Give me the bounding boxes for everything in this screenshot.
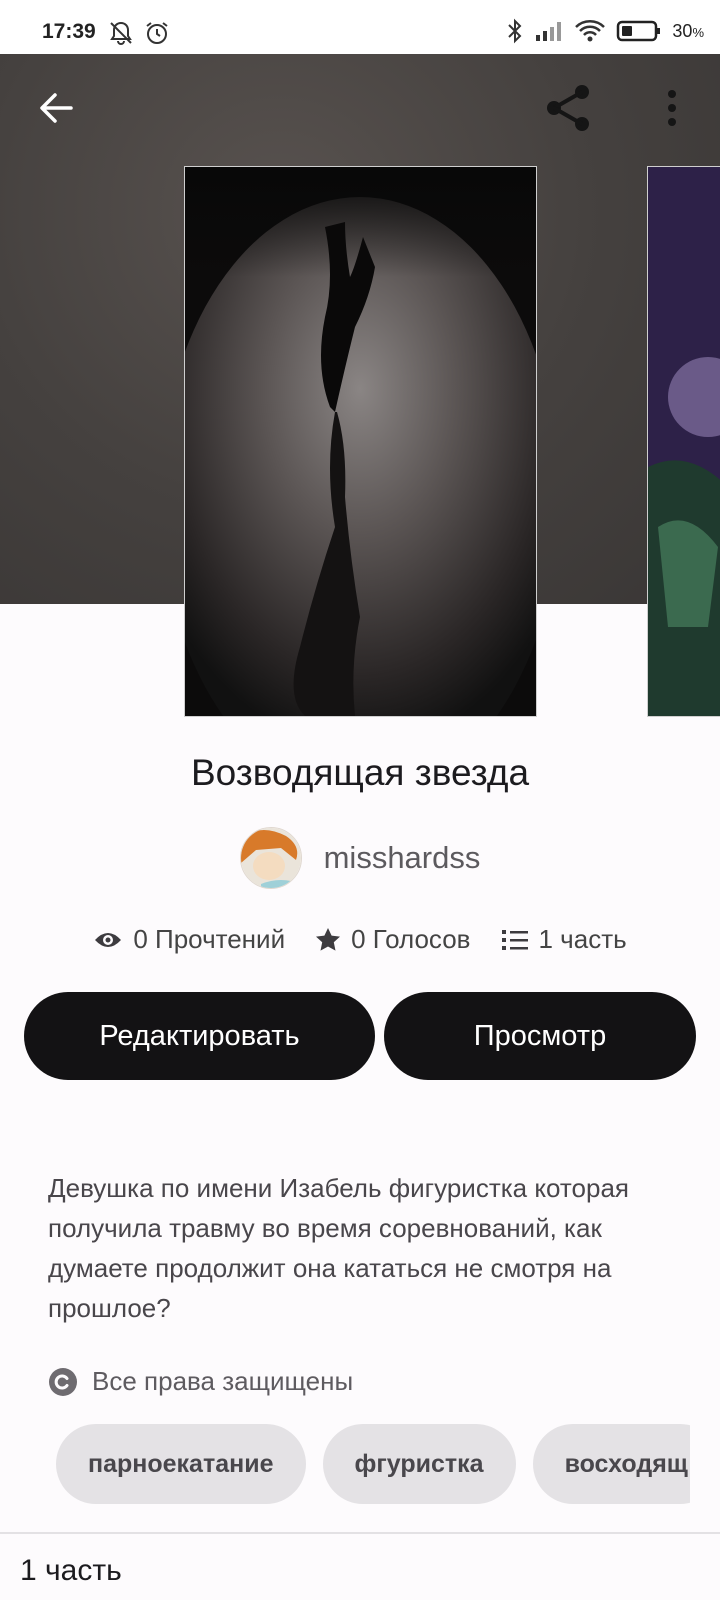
bell-off-icon bbox=[110, 21, 132, 45]
cover-image bbox=[185, 167, 536, 716]
avatar[interactable] bbox=[239, 827, 302, 889]
tag-chip[interactable]: парноекатание bbox=[56, 1424, 306, 1504]
wifi-icon bbox=[575, 20, 606, 42]
avatar-image bbox=[240, 828, 301, 888]
bluetooth-icon bbox=[508, 18, 522, 44]
arrow-left-icon bbox=[40, 93, 73, 123]
signal-icon bbox=[536, 22, 562, 41]
votes-stat: 0 Голосов bbox=[315, 924, 471, 955]
view-button[interactable]: Просмотр bbox=[384, 992, 696, 1080]
story-description: Девушка по имени Изабель фигуристка кото… bbox=[48, 1173, 629, 1323]
story-stats: 0 Прочтений 0 Голосов 1 часть bbox=[0, 924, 720, 955]
battery-icon bbox=[617, 20, 661, 42]
parts-header: 1 часть bbox=[20, 1554, 122, 1587]
reads-stat: 0 Прочтений bbox=[93, 924, 285, 955]
eye-icon bbox=[95, 932, 122, 947]
battery-level: 30% bbox=[672, 20, 704, 41]
divider bbox=[0, 1532, 720, 1534]
cover-image bbox=[648, 167, 720, 716]
more-vertical-icon bbox=[668, 90, 676, 126]
star-icon bbox=[316, 927, 341, 951]
tag-chip[interactable]: восходящ bbox=[532, 1424, 690, 1504]
share-button[interactable] bbox=[540, 80, 596, 136]
next-story-cover[interactable] bbox=[647, 166, 720, 717]
tag-chip[interactable]: фгуристка bbox=[322, 1424, 516, 1504]
alarm-icon bbox=[146, 22, 168, 44]
story-title: Возводящая звезда bbox=[190, 752, 530, 793]
author-name[interactable]: misshardss bbox=[324, 840, 481, 876]
parts-stat: 1 часть bbox=[501, 924, 627, 955]
story-cover[interactable] bbox=[184, 166, 537, 717]
author-row[interactable]: misshardss bbox=[0, 827, 720, 889]
copyright-icon bbox=[49, 1367, 77, 1396]
copyright-notice: Все права защищены bbox=[48, 1366, 353, 1397]
tag-list: парноекатание фгуристка восходящ bbox=[56, 1424, 690, 1504]
edit-button[interactable]: Редактировать bbox=[24, 992, 375, 1080]
list-icon bbox=[501, 929, 528, 950]
share-icon bbox=[547, 85, 589, 131]
more-options-button[interactable] bbox=[644, 80, 700, 136]
status-bar: 17:39 30% bbox=[0, 0, 720, 54]
status-time: 17:39 bbox=[42, 20, 96, 43]
back-button[interactable] bbox=[28, 80, 84, 136]
